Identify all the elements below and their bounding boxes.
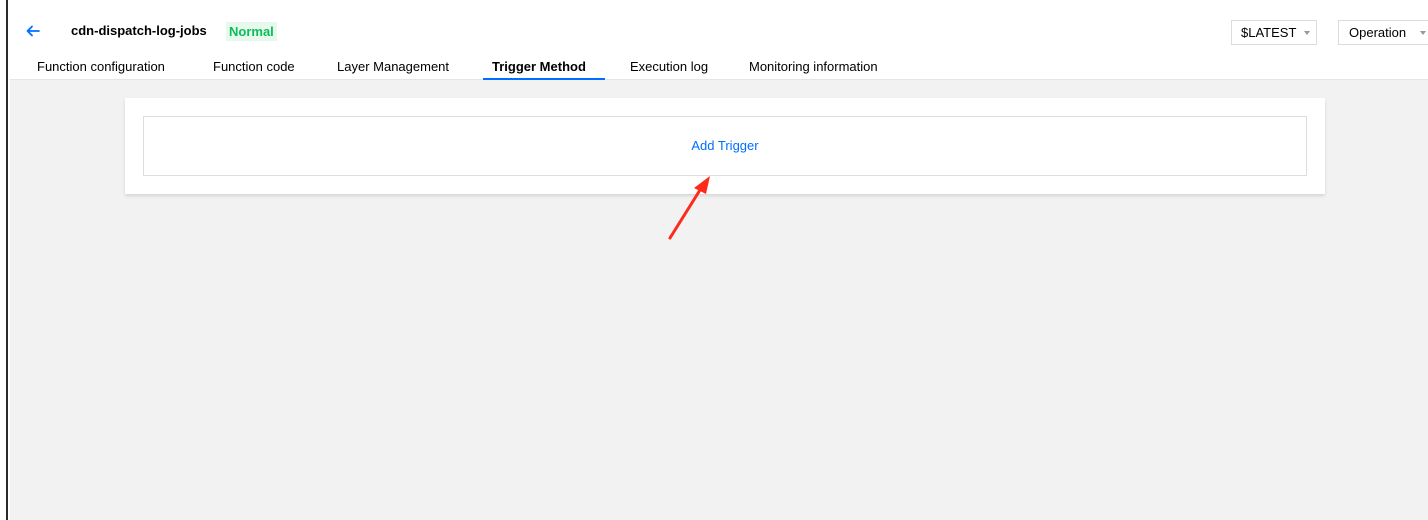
version-select[interactable]: $LATEST [1231,20,1317,45]
red-arrow-annotation [668,176,710,240]
tab-monitoring-information[interactable]: Monitoring information [749,59,878,74]
trigger-card: Add Trigger [125,98,1325,194]
add-trigger-link[interactable]: Add Trigger [144,138,1306,153]
top-strip [0,0,1428,9]
version-select-value: $LATEST [1241,25,1297,40]
tab-function-code[interactable]: Function code [213,59,295,74]
left-window-edge [0,0,8,520]
tab-bar: Function configuration Function code Lay… [10,54,1428,80]
operation-dropdown[interactable]: Operation [1338,20,1428,45]
caret-down-icon [1420,31,1426,35]
title-row: cdn-dispatch-log-jobs Normal $LATEST Ope… [10,10,1428,54]
add-trigger-box[interactable]: Add Trigger [143,116,1307,176]
function-header: cdn-dispatch-log-jobs Normal $LATEST Ope… [10,10,1428,80]
caret-down-icon [1304,31,1310,35]
page: cdn-dispatch-log-jobs Normal $LATEST Ope… [0,0,1428,520]
operation-dropdown-label: Operation [1349,25,1407,40]
function-name: cdn-dispatch-log-jobs [71,23,207,38]
trigger-content-area: Add Trigger [10,80,1428,520]
status-badge: Normal [226,22,277,41]
tab-trigger-method[interactable]: Trigger Method [492,59,586,74]
tab-layer-management[interactable]: Layer Management [337,59,449,74]
arrow-left-icon[interactable] [24,22,42,40]
tab-function-configuration[interactable]: Function configuration [37,59,165,74]
tab-execution-log[interactable]: Execution log [630,59,708,74]
